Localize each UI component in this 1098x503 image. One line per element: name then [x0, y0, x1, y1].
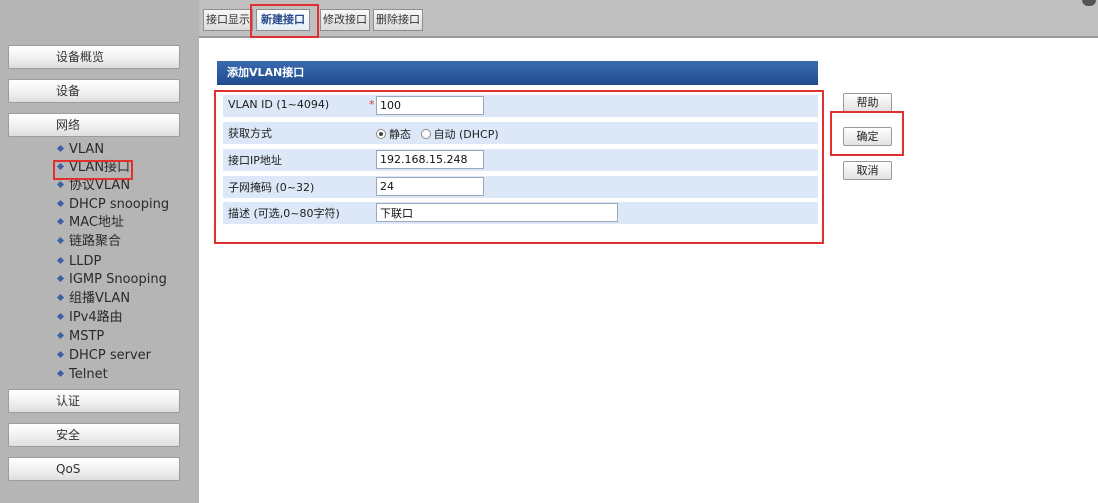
diamond-bullet-icon — [56, 274, 65, 283]
sidebar-item-mstp[interactable]: MSTP — [56, 328, 104, 346]
diamond-bullet-icon — [56, 180, 65, 189]
diamond-bullet-icon — [56, 293, 65, 302]
sidebar-item-mac-address[interactable]: MAC地址 — [56, 214, 124, 232]
sidebar-item-multicast-vlan[interactable]: 组播VLAN — [56, 290, 130, 308]
diamond-bullet-icon — [56, 369, 65, 378]
sidebar: 设备概览 设备 网络 VLAN VLAN接口 协议VLAN DHCP snoop… — [0, 0, 199, 503]
tab-bar: 接口显示 新建接口 修改接口 删除接口 — [199, 0, 1098, 38]
sidebar-item-vlan[interactable]: VLAN — [56, 141, 104, 159]
diamond-bullet-icon — [56, 236, 65, 245]
sidebar-item-ipv4-routing[interactable]: IPv4路由 — [56, 309, 123, 327]
diamond-bullet-icon — [56, 256, 65, 265]
sidebar-item-link-aggregation[interactable]: 链路聚合 — [56, 233, 121, 251]
sidebar-item-telnet[interactable]: Telnet — [56, 366, 108, 384]
sidebar-item-dhcp-server[interactable]: DHCP server — [56, 347, 151, 365]
highlight-box-form — [214, 90, 824, 244]
nav-authentication[interactable]: 认证 — [8, 389, 180, 413]
nav-security[interactable]: 安全 — [8, 423, 180, 447]
diamond-bullet-icon — [56, 350, 65, 359]
sidebar-item-dhcp-snooping[interactable]: DHCP snooping — [56, 196, 169, 214]
diamond-bullet-icon — [56, 217, 65, 226]
diamond-bullet-icon — [56, 144, 65, 153]
help-button[interactable]: 帮助 — [843, 93, 892, 112]
sidebar-item-igmp-snooping[interactable]: IGMP Snooping — [56, 271, 167, 289]
highlight-box-confirm — [830, 111, 904, 156]
highlight-box-new-tab — [250, 4, 319, 38]
nav-qos[interactable]: QoS — [8, 457, 180, 481]
tab-delete-interface[interactable]: 删除接口 — [373, 9, 423, 31]
diamond-bullet-icon — [56, 199, 65, 208]
tab-interface-display[interactable]: 接口显示 — [203, 9, 253, 31]
diamond-bullet-icon — [56, 312, 65, 321]
nav-device[interactable]: 设备 — [8, 79, 180, 103]
cancel-button[interactable]: 取消 — [843, 161, 892, 180]
diamond-bullet-icon — [56, 331, 65, 340]
panel-title: 添加VLAN接口 — [217, 61, 818, 85]
sidebar-item-lldp[interactable]: LLDP — [56, 253, 101, 271]
tab-modify-interface[interactable]: 修改接口 — [320, 9, 370, 31]
nav-network[interactable]: 网络 — [8, 113, 180, 137]
nav-device-overview[interactable]: 设备概览 — [8, 45, 180, 69]
corner-icon — [1082, 0, 1096, 6]
highlight-box-vlan-interface — [53, 160, 133, 180]
